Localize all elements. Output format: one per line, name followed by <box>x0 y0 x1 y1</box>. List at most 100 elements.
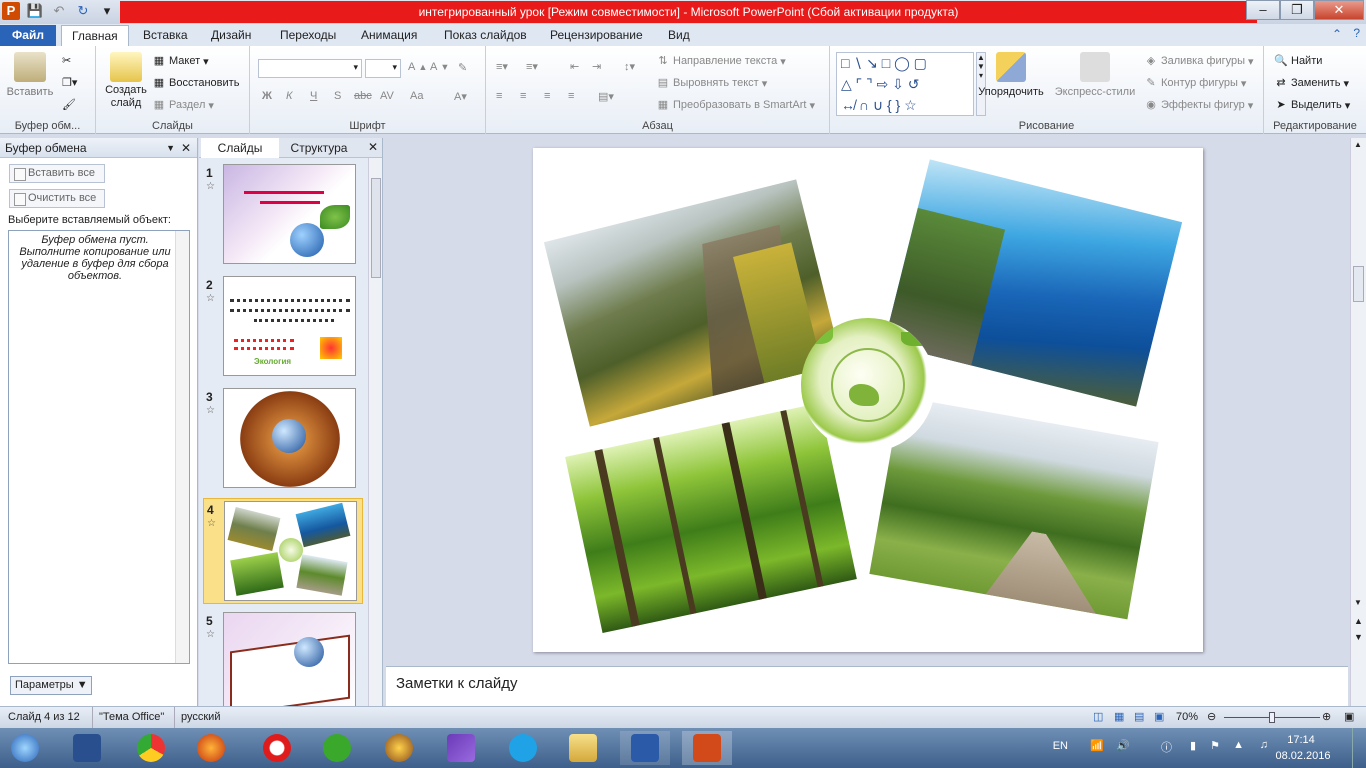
customize-qat-icon[interactable]: ▾ <box>98 2 116 20</box>
increase-indent-icon[interactable]: ⇥ <box>592 60 601 73</box>
close-pane-icon[interactable]: ✕ <box>181 138 191 158</box>
zoom-slider[interactable] <box>1224 712 1320 723</box>
editor-scrollbar[interactable]: ▲ ▼ ▲ ▼ <box>1350 138 1366 706</box>
char-spacing-button[interactable]: AV <box>380 90 394 102</box>
language-bar[interactable]: EN <box>1053 740 1068 752</box>
tab-insert[interactable]: Вставка <box>133 25 198 46</box>
photo-green-forest[interactable] <box>565 402 857 634</box>
notes-pane[interactable]: Заметки к слайду <box>386 666 1348 706</box>
scroll-up-icon[interactable]: ▲ <box>1354 140 1362 149</box>
slide-thumbnail-selected[interactable]: 4 ☆ <box>203 498 363 604</box>
tab-design[interactable]: Дизайн <box>201 25 261 46</box>
tab-view[interactable]: Вид <box>658 25 700 46</box>
previous-slide-icon[interactable]: ▲ <box>1354 616 1363 626</box>
strikethrough-button[interactable]: abc <box>354 90 372 102</box>
slideshow-icon[interactable]: ▣ <box>1154 707 1164 728</box>
tab-file[interactable]: Файл <box>0 25 56 46</box>
cut-icon[interactable]: ✂ <box>62 54 71 67</box>
slide-thumbnail[interactable]: 3 ☆ <box>203 386 363 492</box>
zoom-level[interactable]: 70% <box>1176 707 1198 728</box>
zoom-out-icon[interactable]: ⊖ <box>1207 707 1216 728</box>
align-right-icon[interactable]: ≡ <box>544 90 550 102</box>
align-center-icon[interactable]: ≡ <box>520 90 526 102</box>
current-slide[interactable] <box>533 148 1203 652</box>
taskbar-app[interactable] <box>374 731 424 765</box>
tab-review[interactable]: Рецензирование <box>540 25 653 46</box>
fit-slide-icon[interactable]: ▣ <box>1344 707 1354 728</box>
photo-mountain-forest[interactable] <box>543 179 843 427</box>
volume-icon[interactable]: 🔊 <box>1116 739 1130 752</box>
options-button[interactable]: Параметры ▼ <box>10 676 92 695</box>
select-button[interactable]: ➤ Выделить ▾ <box>1274 98 1350 112</box>
flag-icon[interactable]: ⚑ <box>1210 739 1220 752</box>
copy-icon[interactable]: ❐▾ <box>62 76 77 89</box>
convert-smartart-button[interactable]: ▦ Преобразовать в SmartArt ▾ <box>656 98 815 112</box>
tab-slideshow[interactable]: Показ слайдов <box>434 25 537 46</box>
scrollbar-thumb[interactable] <box>371 178 381 278</box>
font-size-select[interactable]: ▾ <box>365 59 401 78</box>
speaker-icon[interactable]: ♫ <box>1260 739 1268 751</box>
text-direction-button[interactable]: ⇅ Направление текста ▾ <box>656 54 785 68</box>
bold-button[interactable]: Ж <box>262 90 272 102</box>
slide-sorter-icon[interactable]: ▦ <box>1114 707 1124 728</box>
shrink-font-icon[interactable]: A ▼ <box>430 61 449 73</box>
font-name-select[interactable]: ▾ <box>258 59 362 78</box>
italic-button[interactable]: К <box>286 90 292 102</box>
line-spacing-icon[interactable]: ↕▾ <box>624 60 635 73</box>
decrease-indent-icon[interactable]: ⇤ <box>570 60 579 73</box>
scroll-down-icon[interactable]: ▼ <box>1354 598 1362 607</box>
tab-home[interactable]: Главная <box>61 25 129 46</box>
next-slide-icon[interactable]: ▼ <box>1354 632 1363 642</box>
network-icon[interactable]: 📶 <box>1090 739 1104 752</box>
shapes-gallery[interactable]: □ ∖ ↘ □ ◯ ▢ △ ⌜ ⌝ ⇨ ⇩ ↺ ↮ ∩ ∪ { } ☆ <box>836 52 974 116</box>
language-indicator[interactable]: русский <box>174 707 220 728</box>
powerpoint-logo-icon[interactable]: P <box>2 2 20 20</box>
taskbar-app[interactable] <box>558 731 608 765</box>
grow-font-icon[interactable]: A ▲ <box>408 61 427 73</box>
scrollbar-thumb[interactable] <box>1353 266 1364 302</box>
justify-icon[interactable]: ≡ <box>568 90 574 102</box>
clear-all-button[interactable]: Очистить все <box>9 189 105 208</box>
undo-icon[interactable]: ↶ <box>50 2 68 20</box>
help-icon[interactable]: ? <box>1353 26 1360 40</box>
change-case-button[interactable]: Aa <box>410 90 423 102</box>
find-button[interactable]: 🔍 Найти <box>1274 54 1322 68</box>
globe-emblem-icon[interactable] <box>801 318 935 452</box>
paste-all-button[interactable]: Вставить все <box>9 164 105 183</box>
layout-button[interactable]: ▦ Макет ▾ <box>152 54 209 68</box>
slide-thumbnail[interactable]: 1 ☆ <box>203 162 363 268</box>
section-button[interactable]: ▦ Раздел ▾ <box>152 98 214 112</box>
save-icon[interactable]: 💾 <box>26 2 44 20</box>
slide-thumbnail[interactable]: 2 ☆ Экология <box>203 274 363 380</box>
close-button[interactable]: ✕ <box>1314 0 1364 20</box>
tab-outline[interactable]: Структура <box>281 138 357 158</box>
taskbar-app[interactable] <box>126 731 176 765</box>
underline-button[interactable]: Ч <box>310 90 317 102</box>
taskbar-app[interactable] <box>498 731 548 765</box>
taskbar-app[interactable] <box>312 731 362 765</box>
clock-date[interactable]: 08.02.2016 <box>1268 750 1338 762</box>
shape-fill-button[interactable]: ◈ Заливка фигуры ▾ <box>1144 54 1254 68</box>
font-color-icon[interactable]: A▾ <box>454 90 467 103</box>
pane-options-icon[interactable]: ▼ <box>166 138 175 158</box>
clear-format-icon[interactable]: ✎ <box>458 61 467 74</box>
minimize-button[interactable]: – <box>1246 0 1280 20</box>
paste-button[interactable]: Вставить <box>6 52 54 98</box>
tab-animations[interactable]: Анимация <box>351 25 427 46</box>
taskbar-app-active[interactable] <box>682 731 732 765</box>
info-icon[interactable]: ⓘ <box>1161 739 1172 755</box>
columns-icon[interactable]: ▤▾ <box>598 90 614 103</box>
clipboard-scrollbar[interactable] <box>175 231 189 663</box>
show-desktop-button[interactable] <box>1352 728 1366 768</box>
taskbar-app[interactable] <box>186 731 236 765</box>
theme-name[interactable]: "Тема Office" <box>92 707 164 728</box>
taskbar-app[interactable] <box>620 731 670 765</box>
maximize-button[interactable]: ❐ <box>1280 0 1314 20</box>
arrange-button[interactable]: Упорядочить <box>976 52 1046 98</box>
redo-icon[interactable]: ↻ <box>74 2 92 20</box>
reset-button[interactable]: ▦ Восстановить <box>152 76 240 90</box>
bullets-icon[interactable]: ≡▾ <box>496 60 508 73</box>
new-slide-button[interactable]: Создать слайд <box>102 52 150 109</box>
shape-outline-button[interactable]: ✎ Контур фигуры ▾ <box>1144 76 1246 90</box>
tab-transitions[interactable]: Переходы <box>270 25 346 46</box>
